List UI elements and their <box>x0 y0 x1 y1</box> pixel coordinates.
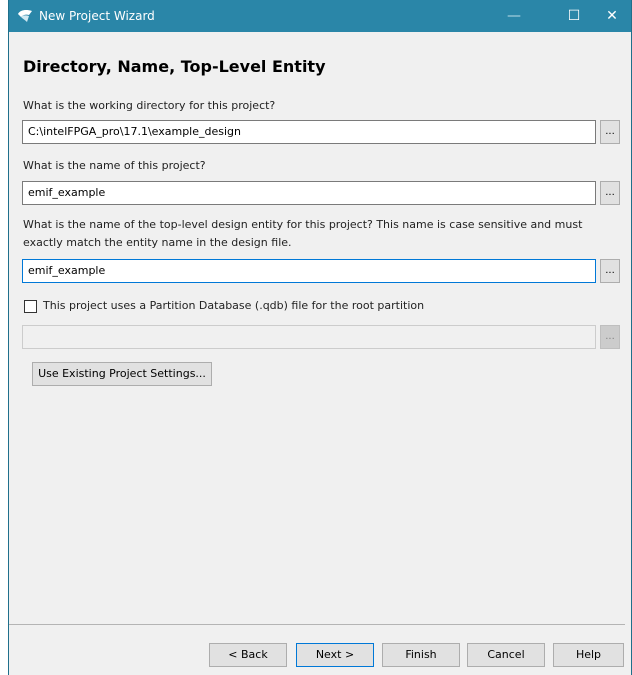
project-name-browse-button[interactable]: ... <box>600 181 620 205</box>
help-button[interactable]: Help <box>553 643 624 667</box>
use-existing-settings-button[interactable]: Use Existing Project Settings... <box>32 362 212 386</box>
directory-label: What is the working directory for this p… <box>23 99 276 112</box>
window-title: New Project Wizard <box>39 9 155 23</box>
minimize-button[interactable]: — <box>491 0 537 32</box>
top-level-label-line1: What is the name of the top-level design… <box>23 218 583 231</box>
new-project-wizard-window: New Project Wizard — ☐ ✕ Directory, Name… <box>8 0 632 675</box>
close-icon: ✕ <box>606 8 618 24</box>
finish-button[interactable]: Finish <box>382 643 460 667</box>
minimize-icon: — <box>507 8 521 24</box>
cancel-button[interactable]: Cancel <box>467 643 545 667</box>
project-name-input[interactable]: emif_example <box>22 181 596 205</box>
top-level-label-line2: exactly match the entity name in the des… <box>23 236 292 249</box>
back-button[interactable]: < Back <box>209 643 287 667</box>
project-name-label: What is the name of this project? <box>23 159 206 172</box>
close-button[interactable]: ✕ <box>589 0 632 32</box>
directory-browse-button[interactable]: ... <box>600 120 620 144</box>
directory-input[interactable]: C:\intelFPGA_pro\17.1\example_design <box>22 120 596 144</box>
maximize-icon: ☐ <box>567 8 581 24</box>
next-button[interactable]: Next > <box>296 643 374 667</box>
partition-database-browse-button: ... <box>600 325 620 349</box>
partition-database-label[interactable]: This project uses a Partition Database (… <box>43 297 424 315</box>
partition-database-input <box>22 325 596 349</box>
partition-database-checkbox[interactable] <box>24 300 37 313</box>
page-title: Directory, Name, Top-Level Entity <box>23 57 326 76</box>
top-level-entity-input[interactable]: emif_example <box>22 259 596 283</box>
quartus-app-icon <box>18 10 32 22</box>
title-bar[interactable]: New Project Wizard — ☐ ✕ <box>9 0 631 32</box>
top-level-browse-button[interactable]: ... <box>600 259 620 283</box>
footer-divider <box>9 624 625 625</box>
